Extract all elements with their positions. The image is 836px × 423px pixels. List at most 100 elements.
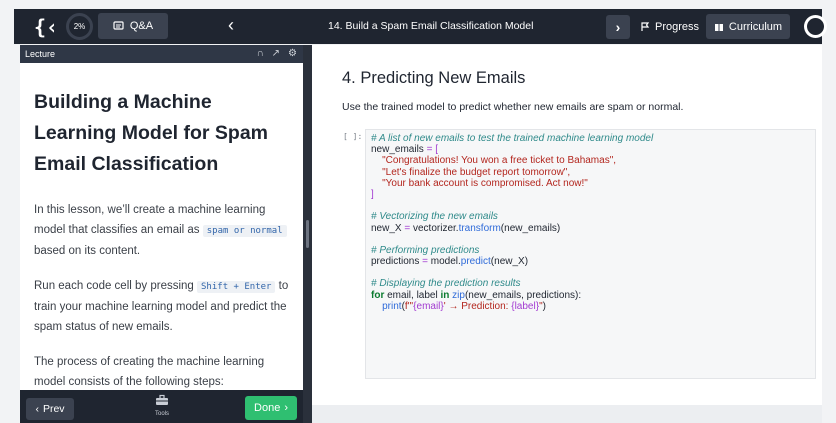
lecture-content: Building a Machine Learning Model for Sp…	[20, 63, 303, 390]
code-token: ]	[371, 188, 374, 200]
code-keyword: for	[371, 289, 385, 301]
done-button[interactable]: Done ›	[245, 396, 297, 420]
code-line: predictions = model.predict(new_X)	[371, 256, 810, 267]
page-margin-right	[822, 0, 836, 423]
chevron-right-icon: ›	[284, 402, 288, 414]
chat-icon	[113, 20, 124, 30]
code-string: "Congratulations! You won a free ticket …	[382, 155, 617, 167]
code-keyword: in	[440, 289, 450, 301]
code-token: model.	[430, 256, 461, 268]
progress-label: Progress	[655, 21, 700, 33]
curriculum-button[interactable]: Curriculum	[706, 14, 790, 39]
code-token: predict	[460, 256, 491, 268]
code-line: "Let's finalize the budget report tomorr…	[371, 167, 810, 178]
code-token: [	[435, 144, 438, 156]
code-string: f"'	[404, 300, 414, 312]
code-cell[interactable]: # A list of new emails to test the train…	[365, 129, 816, 379]
qa-label: Q&A	[129, 20, 154, 32]
chevron-right-icon: ›	[615, 19, 621, 35]
curriculum-label: Curriculum	[728, 20, 783, 33]
code-comment: # A list of new emails to test the train…	[371, 133, 654, 144]
code-token: (new_emails, predictions):	[464, 289, 582, 301]
logo-icon[interactable]: {‹	[34, 15, 60, 39]
lecture-title: Building a Machine Learning Model for Sp…	[34, 91, 269, 175]
book-icon	[714, 23, 723, 31]
lecture-paragraph-3: The process of creating the machine lear…	[34, 356, 265, 388]
code-token: new_X	[371, 222, 402, 234]
prev-button[interactable]: ‹ Prev	[26, 398, 74, 420]
code-comment: # Vectorizing the new emails	[371, 211, 498, 223]
chevron-left-icon: ‹	[35, 403, 39, 415]
code-comment: # Performing predictions	[371, 244, 480, 256]
code-line: new_emails = [	[371, 144, 810, 155]
code-token: print	[382, 300, 402, 312]
code-line: print(f"'{email}' → Prediction: {label}"…	[371, 301, 810, 312]
flag-icon	[641, 22, 650, 31]
code-line: # Vectorizing the new emails	[371, 211, 810, 222]
avatar[interactable]	[804, 15, 827, 38]
code-line: for email, label in zip(new_emails, pred…	[371, 290, 810, 301]
progress-button[interactable]: Progress	[640, 15, 699, 39]
app-frame: {‹ 2% Q&A ‹ 14. Build a Spam Email Class…	[0, 0, 836, 423]
lecture-paragraph-2: Run each code cell by pressing Shift + E…	[34, 276, 289, 337]
code-string: "Your bank account is compromised. Act n…	[382, 177, 588, 189]
tools-label: Tools	[154, 411, 169, 417]
code-token: vectorizer.	[412, 222, 459, 234]
code-token: zip	[452, 289, 465, 301]
qa-button[interactable]: Q&A	[98, 13, 168, 39]
progress-value: 2%	[73, 22, 86, 31]
inline-code: Shift + Enter	[197, 281, 276, 293]
code-token: (new_emails)	[500, 222, 561, 234]
code-token: =	[422, 256, 428, 268]
text-segment: based on its content.	[34, 245, 141, 257]
chevron-left-icon[interactable]: ‹	[228, 15, 234, 36]
code-token: =	[426, 144, 433, 156]
prev-label: Prev	[42, 403, 65, 415]
code-token: predictions	[371, 256, 420, 268]
code-token: {label}	[511, 300, 540, 312]
code-comment: # Displaying the prediction results	[371, 278, 521, 290]
lecture-header-label: Lecture	[25, 49, 56, 59]
code-line: ]	[371, 189, 810, 200]
lecture-paragraph-1: In this lesson, we’ll create a machine l…	[34, 200, 289, 261]
external-link-icon[interactable]: ↗	[272, 48, 280, 59]
code-line: "Your bank account is compromised. Act n…	[371, 178, 810, 189]
code-token: new_emails	[371, 144, 424, 156]
code-string: ' → Prediction:	[443, 300, 512, 312]
tools-button[interactable]: Tools	[150, 394, 174, 417]
drag-handle[interactable]	[306, 220, 309, 248]
code-line: # A list of new emails to test the train…	[371, 133, 810, 144]
code-token: (new_X)	[490, 256, 529, 268]
done-label: Done	[254, 402, 281, 414]
inline-code: spam or normal	[202, 225, 287, 237]
top-bar: {‹ 2% Q&A ‹ 14. Build a Spam Email Class…	[14, 9, 827, 44]
gear-icon[interactable]: ⚙	[288, 48, 297, 59]
next-lesson-button[interactable]: ›	[606, 15, 630, 39]
lecture-toolbar: ∩ ↗ ⚙	[256, 48, 297, 59]
progress-indicator[interactable]: 2%	[66, 13, 93, 40]
text-segment: Run each code cell by pressing	[34, 280, 198, 292]
lesson-title: 14. Build a Spam Email Classification Mo…	[328, 20, 534, 32]
panel-splitter[interactable]	[303, 45, 312, 423]
section-heading: 4. Predicting New Emails	[342, 69, 526, 87]
code-line: # Performing predictions	[371, 245, 810, 256]
code-string: "Let's finalize the budget report tomorr…	[382, 166, 571, 178]
lecture-footer: ‹ Prev Tools Done ›	[20, 390, 303, 423]
lecture-header: Lecture ∩ ↗ ⚙	[20, 45, 303, 63]
code-token: )	[542, 300, 546, 312]
notebook-panel: 4. Predicting New Emails Use the trained…	[312, 45, 822, 423]
cell-prompt: [ ]:	[343, 132, 363, 141]
notebook-next-cell	[312, 405, 822, 423]
code-line: "Congratulations! You won a free ticket …	[371, 155, 810, 166]
code-token: {email}	[413, 300, 444, 312]
page-margin-left	[0, 0, 14, 423]
avatar-image	[807, 18, 824, 35]
code-token: transform	[458, 222, 501, 234]
code-line: # Displaying the prediction results	[371, 278, 810, 289]
headphones-icon[interactable]: ∩	[256, 48, 263, 59]
code-token: email, label	[384, 289, 441, 301]
code-line: new_X = vectorizer.transform(new_emails)	[371, 223, 810, 234]
